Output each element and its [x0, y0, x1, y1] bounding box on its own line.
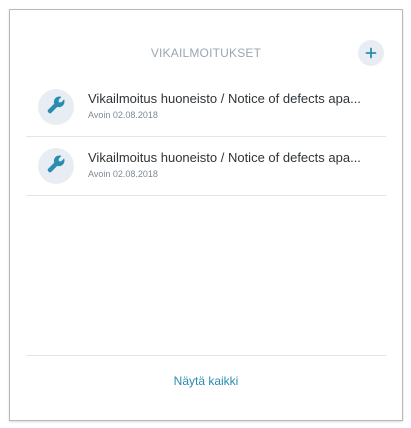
- wrench-icon: [46, 95, 66, 120]
- wrench-icon: [46, 154, 66, 179]
- plus-icon: [365, 47, 377, 59]
- item-title: Vikailmoitus huoneisto / Notice of defec…: [88, 150, 361, 165]
- card-header: VIKAILMOITUKSET: [10, 10, 402, 78]
- avatar: [38, 89, 74, 125]
- footer-divider: [26, 355, 386, 356]
- page: VIKAILMOITUKSET Vikailmoitus huoneisto /…: [0, 0, 411, 428]
- defect-reports-card: VIKAILMOITUKSET Vikailmoitus huoneisto /…: [9, 9, 403, 421]
- report-list: Vikailmoitus huoneisto / Notice of defec…: [26, 78, 386, 196]
- item-status-date: Avoin 02.08.2018: [88, 110, 158, 120]
- list-item[interactable]: Vikailmoitus huoneisto / Notice of defec…: [26, 137, 386, 196]
- show-all-link[interactable]: Näytä kaikki: [10, 374, 402, 388]
- card-title: VIKAILMOITUKSET: [150, 46, 262, 60]
- add-report-button[interactable]: [358, 40, 384, 66]
- list-item[interactable]: Vikailmoitus huoneisto / Notice of defec…: [26, 78, 386, 137]
- item-status-date: Avoin 02.08.2018: [88, 169, 158, 179]
- avatar: [38, 148, 74, 184]
- item-title: Vikailmoitus huoneisto / Notice of defec…: [88, 91, 361, 106]
